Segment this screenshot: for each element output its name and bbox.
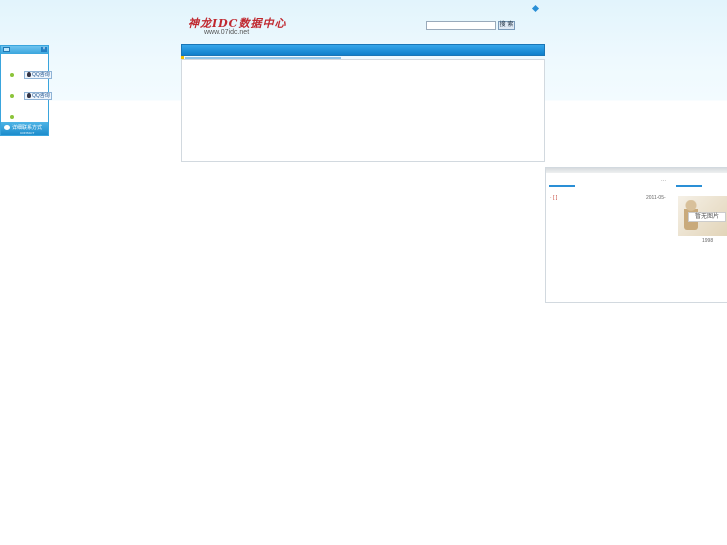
online-dot-icon: [10, 94, 14, 98]
panel-marker: [181, 56, 184, 59]
placeholder-image[interactable]: 暂无图片: [678, 196, 727, 236]
qq-penguin-icon: [27, 93, 31, 99]
qq-consult-button[interactable]: QQ咨询: [24, 71, 52, 79]
qq-consult-button[interactable]: QQ咨询: [24, 92, 52, 100]
main-content-panel: [181, 59, 545, 162]
search-button[interactable]: 搜 索: [498, 21, 515, 30]
logo[interactable]: 神龙IDC数据中心 www.07idc.net: [188, 15, 285, 39]
no-image-sign: 暂无图片: [688, 212, 726, 222]
more-link[interactable]: ···: [661, 178, 666, 184]
widget-icon: [3, 47, 10, 52]
customer-service-widget: × QQ咨询 QQ咨询 详细联系方式 CONTACT: [0, 45, 52, 136]
tab-underline-news: [549, 185, 575, 187]
widget-header: ×: [1, 46, 48, 54]
news-item-title[interactable]: · [ ]: [550, 195, 557, 201]
image-caption: 1998: [702, 238, 714, 244]
qq-penguin-icon: [27, 72, 31, 78]
chat-bubble-icon: [4, 125, 10, 130]
online-dot-icon: [10, 73, 14, 77]
contact-details-sub: CONTACT: [20, 131, 35, 135]
panel-header-bar: [546, 168, 727, 173]
search-input[interactable]: [426, 21, 496, 30]
main-nav-bar[interactable]: [181, 44, 545, 56]
logo-url: www.07idc.net: [204, 29, 250, 36]
news-panel: ··· · [ ] 2011-05- 暂无图片 1998: [545, 167, 727, 303]
news-item-date: 2011-05-: [646, 195, 666, 201]
diamond-icon: [531, 4, 540, 13]
close-icon[interactable]: ×: [41, 47, 47, 52]
online-dot-icon: [10, 115, 14, 119]
contact-details-button[interactable]: 详细联系方式 CONTACT: [1, 122, 48, 135]
tab-underline-images: [676, 185, 702, 187]
